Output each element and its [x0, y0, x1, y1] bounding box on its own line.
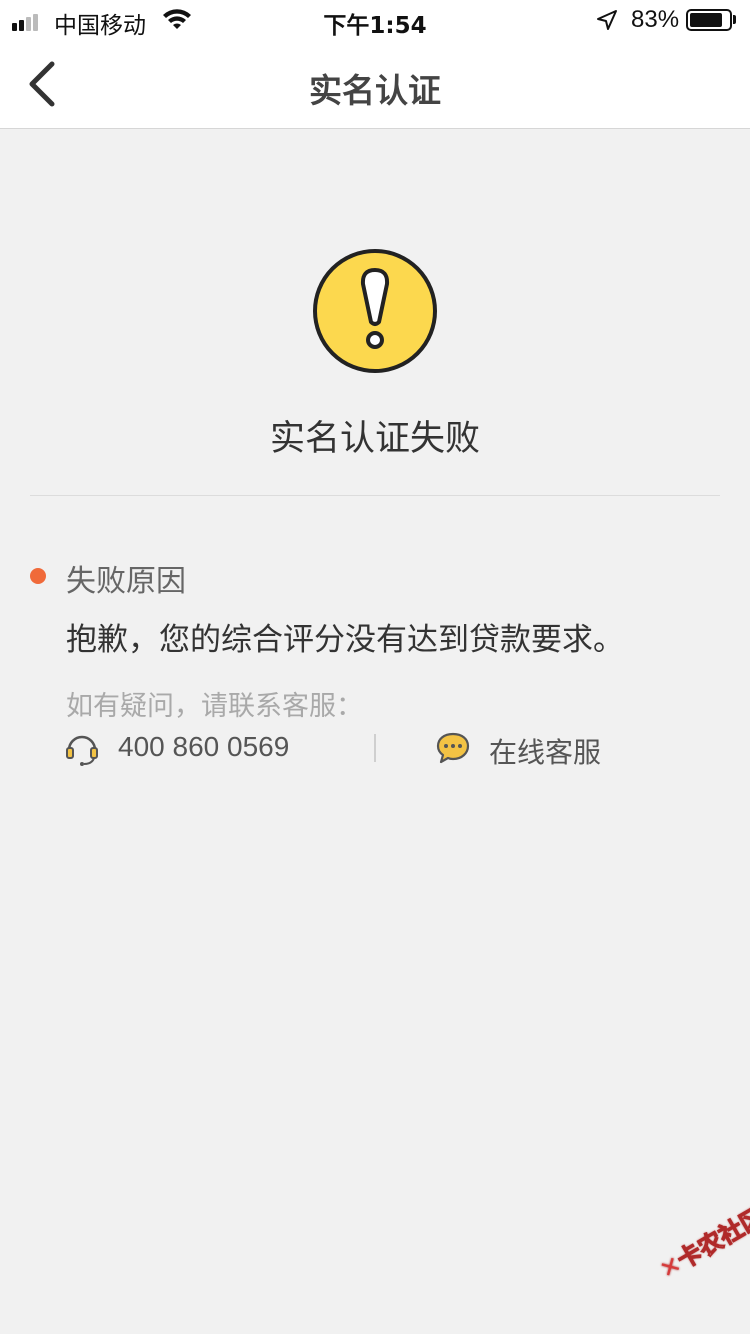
failure-reason-label: 失败原因 — [66, 564, 186, 599]
watermark-logo: ✕卡农社区 — [652, 1197, 750, 1285]
failure-reason-text: 抱歉，您的综合评分没有达到贷款要求。 — [66, 622, 624, 658]
chat-bubble-icon — [436, 732, 470, 764]
warning-exclamation-icon — [313, 249, 437, 373]
nav-bar: 实名认证 — [0, 40, 750, 129]
battery-percent: 83% — [631, 6, 680, 33]
status-bar: 中国移动 下午1:54 83% — [0, 0, 750, 40]
reason-bullet — [30, 568, 46, 584]
separator — [374, 734, 376, 762]
online-service-link[interactable]: 在线客服 — [489, 731, 601, 771]
battery-tip — [733, 15, 736, 24]
phone-number-link[interactable]: 400 860 0569 — [118, 731, 289, 763]
contact-prompt: 如有疑问，请联系客服： — [66, 691, 363, 722]
divider — [30, 495, 720, 496]
watermark-text: 卡农社区 — [672, 1202, 750, 1275]
result-title: 实名认证失败 — [269, 419, 480, 459]
headset-icon — [66, 735, 98, 766]
location-arrow-icon — [597, 10, 617, 30]
page-title: 实名认证 — [309, 71, 441, 110]
battery-icon — [686, 9, 732, 31]
